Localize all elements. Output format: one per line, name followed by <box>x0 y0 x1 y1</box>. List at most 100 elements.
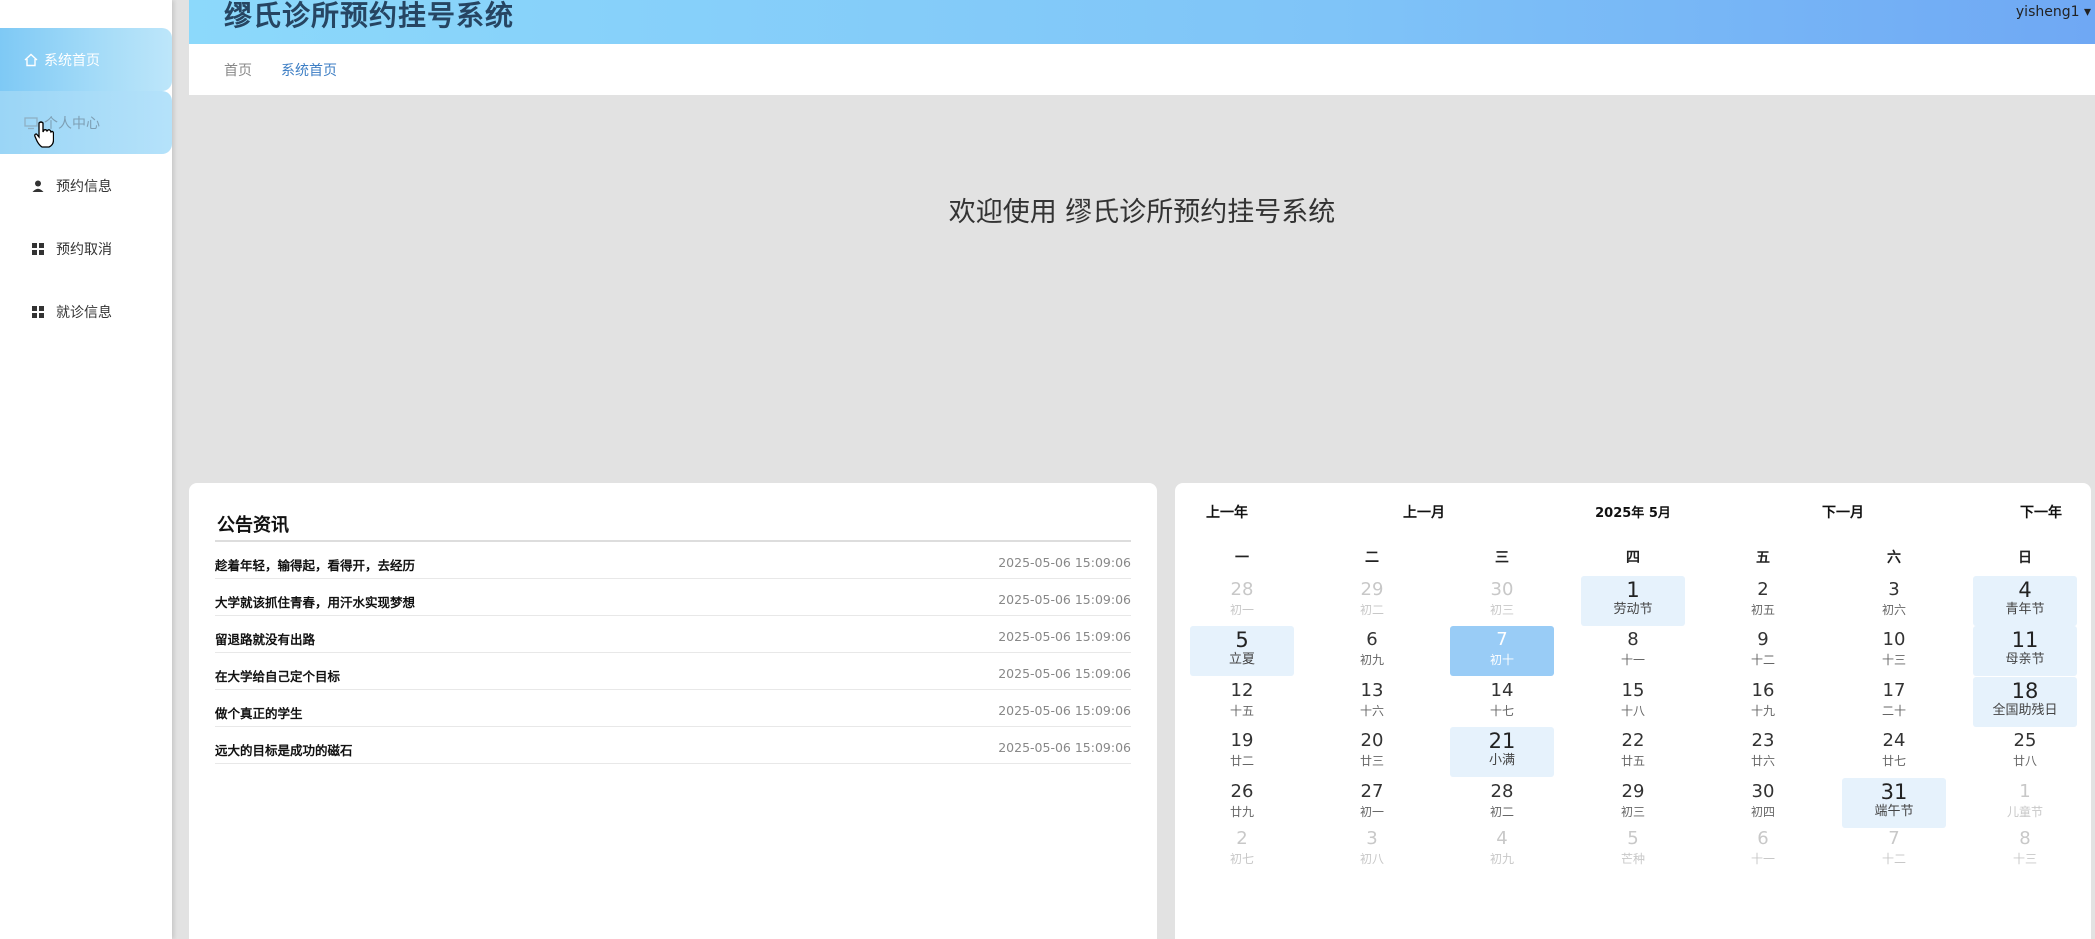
sidebar-item-label: 就诊信息 <box>56 304 112 321</box>
calendar-day[interactable]: 10 十三 <box>1842 626 1946 676</box>
app-title: 缪氏诊所预约挂号系统 <box>224 0 515 32</box>
calendar-day[interactable]: 31 端午节 <box>1842 778 1946 828</box>
calendar-day[interactable]: 19 廿二 <box>1190 727 1294 777</box>
calendar-day-lunar: 初三 <box>1489 603 1514 617</box>
calendar-day[interactable]: 17 二十 <box>1842 677 1946 727</box>
calendar-day-number: 4 <box>2018 578 2032 602</box>
calendar-day[interactable]: 6 十一 <box>1711 825 1815 875</box>
calendar-day[interactable]: 2 初七 <box>1190 825 1294 875</box>
calendar-day-number: 29 <box>1621 781 1645 802</box>
notice-item-title[interactable]: 趁着年轻，输得起，看得开，去经历 <box>215 555 415 574</box>
calendar-day[interactable]: 4 初九 <box>1450 825 1554 875</box>
notice-item-title[interactable]: 远大的目标是成功的磁石 <box>215 740 353 759</box>
notice-item-title[interactable]: 做个真正的学生 <box>215 703 303 722</box>
user-menu[interactable]: yisheng1 ▾ <box>2016 4 2091 20</box>
calendar-day-lunar: 廿五 <box>1620 754 1645 768</box>
calendar-day[interactable]: 6 初九 <box>1320 626 1424 676</box>
calendar-day-lunar: 初四 <box>1750 805 1775 819</box>
prev-year-button[interactable]: 上一年 <box>1206 502 1248 522</box>
notice-item-date: 2025-05-06 15:09:06 <box>998 703 1131 718</box>
calendar-day[interactable]: 13 十六 <box>1320 677 1424 727</box>
calendar-day[interactable]: 30 初三 <box>1450 576 1554 626</box>
calendar-day-lunar: 廿二 <box>1229 754 1254 768</box>
notice-item[interactable]: 留退路就没有出路 2025-05-06 15:09:06 <box>215 616 1131 653</box>
notice-item[interactable]: 远大的目标是成功的磁石 2025-05-06 15:09:06 <box>215 727 1131 764</box>
next-year-button[interactable]: 下一年 <box>2020 502 2062 522</box>
sidebar: 系统首页 个人中心 预约信息 预约取消 就诊信息 <box>0 0 172 939</box>
calendar-day[interactable]: 11 母亲节 <box>1973 626 2077 676</box>
prev-month-button[interactable]: 上一月 <box>1403 502 1445 522</box>
calendar-day-number: 5 <box>1235 628 1249 652</box>
calendar-day[interactable]: 28 初一 <box>1190 576 1294 626</box>
calendar-day-lunar: 廿七 <box>1881 754 1906 768</box>
home-icon <box>24 53 38 66</box>
calendar-day-lunar: 十三 <box>1881 653 1906 667</box>
calendar-day[interactable]: 5 芒种 <box>1581 825 1685 875</box>
calendar-day-lunar: 母亲节 <box>2005 652 2045 667</box>
calendar-day-lunar: 初十 <box>1489 653 1514 667</box>
calendar-day[interactable]: 1 儿童节 <box>1973 778 2077 828</box>
calendar-day-number: 20 <box>1360 730 1384 751</box>
sidebar-item-appointments[interactable]: 预约信息 <box>0 154 172 217</box>
calendar-day[interactable]: 21 小满 <box>1450 727 1554 777</box>
calendar-day[interactable]: 3 初六 <box>1842 576 1946 626</box>
calendar-day[interactable]: 7 初十 <box>1450 626 1554 676</box>
sidebar-item-cancel[interactable]: 预约取消 <box>0 217 172 280</box>
calendar-day-lunar: 立夏 <box>1228 652 1255 667</box>
calendar-day-number: 14 <box>1490 680 1514 701</box>
calendar-day[interactable]: 2 初五 <box>1711 576 1815 626</box>
calendar-day[interactable]: 7 十二 <box>1842 825 1946 875</box>
breadcrumb-home[interactable]: 首页 <box>224 60 252 80</box>
calendar-day[interactable]: 3 初八 <box>1320 825 1424 875</box>
calendar-day[interactable]: 1 劳动节 <box>1581 576 1685 626</box>
calendar-day-lunar: 初九 <box>1489 852 1514 866</box>
calendar-day[interactable]: 14 十七 <box>1450 677 1554 727</box>
sidebar-item-profile[interactable]: 个人中心 <box>0 91 172 154</box>
breadcrumb-current[interactable]: 系统首页 <box>281 60 337 80</box>
notice-item-title[interactable]: 大学就该抓住青春，用汗水实现梦想 <box>215 592 415 611</box>
calendar-day-number: 27 <box>1360 781 1384 802</box>
calendar-day[interactable]: 9 十二 <box>1711 626 1815 676</box>
calendar-day[interactable]: 22 廿五 <box>1581 727 1685 777</box>
calendar-day[interactable]: 16 十九 <box>1711 677 1815 727</box>
calendar-day[interactable]: 29 初三 <box>1581 778 1685 828</box>
notice-title: 公告资讯 <box>217 515 289 536</box>
calendar-day[interactable]: 20 廿三 <box>1320 727 1424 777</box>
calendar-day[interactable]: 15 十八 <box>1581 677 1685 727</box>
calendar-day[interactable]: 5 立夏 <box>1190 626 1294 676</box>
notice-item[interactable]: 大学就该抓住青春，用汗水实现梦想 2025-05-06 15:09:06 <box>215 579 1131 616</box>
calendar-day[interactable]: 4 青年节 <box>1973 576 2077 626</box>
notice-item-date: 2025-05-06 15:09:06 <box>998 555 1131 570</box>
notice-item[interactable]: 做个真正的学生 2025-05-06 15:09:06 <box>215 690 1131 727</box>
notice-item-title[interactable]: 留退路就没有出路 <box>215 629 315 648</box>
calendar-day-number: 25 <box>2013 730 2037 751</box>
sidebar-item-home[interactable]: 系统首页 <box>0 28 172 91</box>
sidebar-item-label: 系统首页 <box>44 52 100 69</box>
calendar-day-lunar: 初二 <box>1489 805 1514 819</box>
calendar-day[interactable]: 29 初二 <box>1320 576 1424 626</box>
calendar-day[interactable]: 18 全国助残日 <box>1973 677 2077 727</box>
calendar-day-number: 6 <box>1757 828 1769 849</box>
calendar-day[interactable]: 30 初四 <box>1711 778 1815 828</box>
notice-item[interactable]: 趁着年轻，输得起，看得开，去经历 2025-05-06 15:09:06 <box>215 542 1131 579</box>
calendar-day-number: 9 <box>1757 629 1769 650</box>
calendar-day[interactable]: 8 十一 <box>1581 626 1685 676</box>
calendar-day[interactable]: 8 十三 <box>1973 825 2077 875</box>
notice-item[interactable]: 在大学给自己定个目标 2025-05-06 15:09:06 <box>215 653 1131 690</box>
calendar-day[interactable]: 24 廿七 <box>1842 727 1946 777</box>
grid-icon <box>32 242 44 255</box>
calendar-day[interactable]: 23 廿六 <box>1711 727 1815 777</box>
sidebar-item-visits[interactable]: 就诊信息 <box>0 280 172 343</box>
calendar-day-number: 12 <box>1230 680 1254 701</box>
calendar-day-lunar: 廿九 <box>1229 805 1254 819</box>
calendar-day[interactable]: 27 初一 <box>1320 778 1424 828</box>
calendar-day-lunar: 初一 <box>1359 805 1384 819</box>
calendar-day-lunar: 初二 <box>1359 603 1384 617</box>
calendar-day[interactable]: 25 廿八 <box>1973 727 2077 777</box>
calendar-day[interactable]: 28 初二 <box>1450 778 1554 828</box>
calendar-day-number: 28 <box>1490 781 1514 802</box>
calendar-day[interactable]: 26 廿九 <box>1190 778 1294 828</box>
next-month-button[interactable]: 下一月 <box>1822 502 1864 522</box>
notice-item-title[interactable]: 在大学给自己定个目标 <box>215 666 340 685</box>
calendar-day[interactable]: 12 十五 <box>1190 677 1294 727</box>
